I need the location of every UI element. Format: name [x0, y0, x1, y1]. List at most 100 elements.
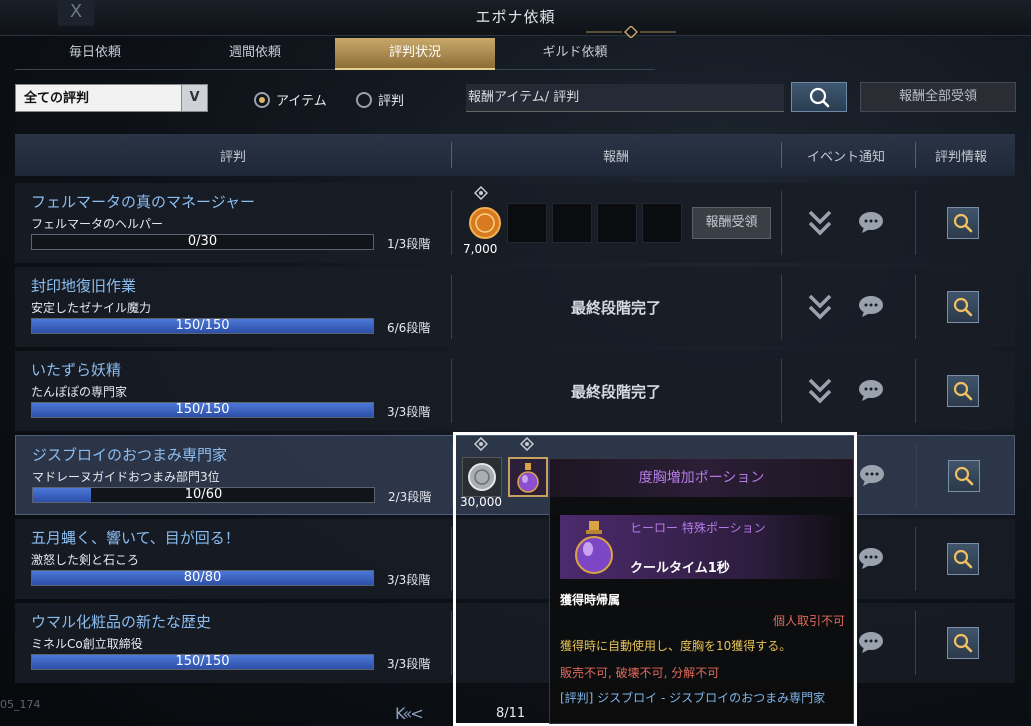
reputation-name: フェルマータの真のマネージャー	[31, 193, 255, 211]
empty-reward-slot	[642, 203, 682, 243]
table-row: フェルマータの真のマネージャー フェルマータのヘルパー 0/30 1/3段階 7…	[15, 183, 1015, 263]
tooltip-cooldown: クールタイム1秒	[630, 561, 730, 576]
tooltip-grade: ヒーロー 特殊ポーション	[630, 521, 766, 535]
table-row: いたずら妖精 たんぽぽの専門家 150/150 3/3段階 最終段階完了	[15, 351, 1015, 431]
reputation-title: フェルマータのヘルパー	[31, 217, 164, 231]
radio-checked-icon	[254, 91, 270, 108]
double-chevron-down-icon[interactable]	[807, 208, 833, 238]
tab-daily[interactable]: 毎日依頼	[15, 38, 175, 70]
silver-coin-icon	[468, 463, 496, 491]
search-icon	[953, 297, 973, 317]
reward-item-slot-selected[interactable]	[508, 457, 548, 497]
reputation-name: いたずら妖精	[31, 361, 122, 379]
reward-quantity: 30,000	[460, 495, 502, 509]
row-divider	[915, 275, 916, 339]
progress-bar: 150/150	[31, 402, 374, 418]
tooltip-title: 度胸増加ポーション	[550, 459, 853, 497]
progress-bar: 10/60	[32, 487, 375, 503]
stage-text: 3/3段階	[387, 657, 431, 671]
reputation-info-button[interactable]	[947, 543, 979, 575]
chat-bubble-icon[interactable]	[858, 631, 884, 653]
tooltip-description: 獲得時に自動使用し、度胸を10獲得する。	[560, 639, 792, 653]
reputation-info-button[interactable]	[947, 627, 979, 659]
reward-item-slot[interactable]	[462, 457, 502, 497]
final-stage-complete: 最終段階完了	[570, 383, 661, 401]
row-divider	[451, 191, 452, 255]
stage-text: 3/3段階	[387, 405, 431, 419]
stage-text: 2/3段階	[388, 490, 432, 504]
reputation-title: 安定したゼナイル魔力	[31, 301, 152, 315]
radio-item[interactable]: アイテム	[254, 90, 327, 109]
header-divider	[781, 142, 782, 168]
potion-icon	[575, 521, 613, 574]
final-stage-complete: 最終段階完了	[570, 299, 661, 317]
radio-reputation-label: 評判	[378, 94, 405, 109]
double-chevron-down-icon[interactable]	[807, 292, 833, 322]
window-title: エポナ依頼	[475, 8, 556, 26]
reward-item-slot[interactable]	[465, 203, 505, 243]
progress-text: 150/150	[175, 318, 230, 333]
reputation-title: ミネルCo創立取締役	[31, 637, 143, 651]
search-icon	[953, 213, 973, 233]
reputation-name: ジスブロイのおつまみ専門家	[32, 446, 228, 464]
rank-diamond-icon	[474, 186, 488, 200]
row-divider	[781, 359, 782, 423]
rank-diamond-icon	[474, 437, 488, 451]
row-divider	[915, 527, 916, 591]
tab-guild[interactable]: ギルド依頼	[495, 38, 655, 70]
reputation-title: マドレーヌガイドおつまみ部門3位	[32, 470, 220, 484]
tooltip-restrictions: 販売不可, 破壊不可, 分解不可	[560, 666, 720, 680]
row-divider	[451, 611, 452, 675]
table-row: 封印地復旧作業 安定したゼナイル魔力 150/150 6/6段階 最終段階完了	[15, 267, 1015, 347]
empty-reward-slot	[507, 203, 547, 243]
chat-bubble-icon[interactable]	[858, 211, 884, 233]
radio-unchecked-icon	[356, 91, 372, 108]
row-divider	[781, 275, 782, 339]
claim-reward-button[interactable]: 報酬受領	[692, 207, 771, 239]
chevron-down-icon[interactable]: V	[181, 85, 207, 111]
stage-text: 1/3段階	[387, 237, 431, 251]
header-divider	[451, 142, 452, 168]
row-divider	[451, 527, 452, 591]
progress-text: 10/60	[184, 487, 223, 502]
search-icon	[809, 87, 830, 108]
potion-icon	[517, 463, 539, 493]
search-icon	[954, 466, 974, 486]
item-tooltip: 度胸増加ポーション ヒーロー 特殊ポーション クールタイム1秒 獲得時帰属 個人…	[549, 458, 854, 724]
progress-text: 80/80	[183, 570, 222, 585]
search-icon	[953, 633, 973, 653]
chat-bubble-icon[interactable]	[858, 547, 884, 569]
tab-reputation[interactable]: 評判状況	[335, 38, 495, 70]
tab-weekly[interactable]: 週間依頼	[175, 38, 335, 70]
reputation-info-button[interactable]	[947, 375, 979, 407]
progress-bar: 150/150	[31, 318, 374, 334]
rank-diamond-icon	[520, 437, 534, 451]
chat-bubble-icon[interactable]	[858, 295, 884, 317]
radio-reputation[interactable]: 評判	[356, 90, 404, 109]
row-divider	[916, 444, 917, 508]
search-button[interactable]	[791, 82, 847, 112]
column-reputation-info: 評判情報	[935, 150, 988, 165]
row-divider	[781, 191, 782, 255]
row-divider	[915, 611, 916, 675]
tooltip-source: [評判] ジスブロイ - ジスブロイのおつまみ専門家	[560, 691, 826, 705]
reputation-name: ウマル化粧品の新たな歴史	[31, 613, 212, 631]
search-input[interactable]: 報酬アイテム/ 評判	[466, 84, 784, 112]
reputation-title: 激怒した剣と石ころ	[31, 553, 140, 567]
progress-text: 0/30	[187, 234, 218, 249]
reputation-title: たんぽぽの専門家	[31, 385, 128, 399]
claim-all-button[interactable]: 報酬全部受領	[860, 82, 1016, 112]
tooltip-bound: 獲得時帰属	[560, 593, 621, 607]
column-reward: 報酬	[603, 150, 630, 165]
chat-bubble-icon[interactable]	[859, 464, 885, 486]
reputation-info-button[interactable]	[947, 207, 979, 239]
column-reputation: 評判	[220, 150, 247, 165]
reputation-filter-select[interactable]: 全ての評判 V	[15, 84, 208, 112]
tooltip-no-trade: 個人取引不可	[772, 614, 845, 628]
pager-first-prev[interactable]: K«<	[395, 704, 424, 723]
reputation-info-button[interactable]	[948, 460, 980, 492]
double-chevron-down-icon[interactable]	[807, 376, 833, 406]
reputation-info-button[interactable]	[947, 291, 979, 323]
stage-text: 3/3段階	[387, 573, 431, 587]
chat-bubble-icon[interactable]	[858, 379, 884, 401]
